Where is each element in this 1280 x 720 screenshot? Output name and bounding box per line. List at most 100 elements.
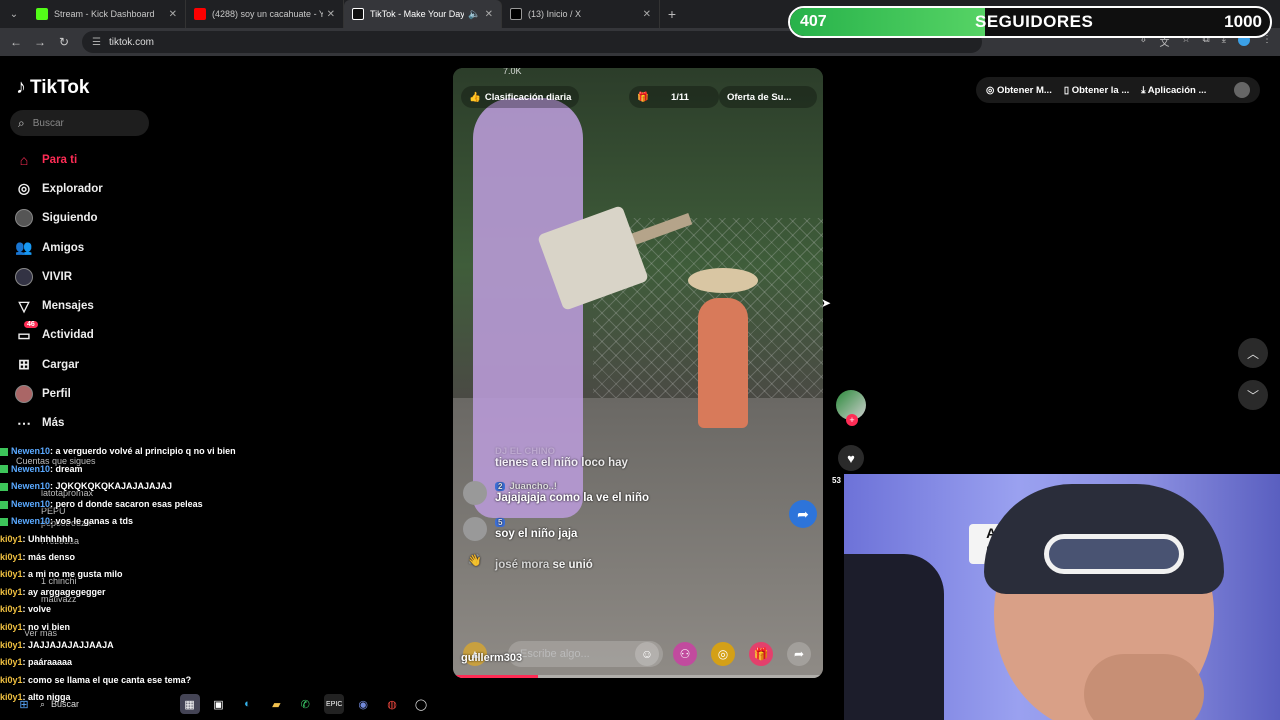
chat-username[interactable]: Newen10 xyxy=(11,461,50,479)
chat-username[interactable]: Newen10 xyxy=(11,496,50,514)
chat-username[interactable]: ki0y1 xyxy=(0,637,23,655)
tiktok-note-icon: ♪ xyxy=(16,76,26,98)
windows-start-icon[interactable]: ⊞ xyxy=(14,694,34,714)
live-icon xyxy=(14,267,34,287)
daily-ranking-button[interactable]: 👍 Clasificación diaria xyxy=(461,86,580,108)
chat-username[interactable]: ki0y1 xyxy=(0,672,23,690)
logo-text: TikTok xyxy=(30,76,90,98)
task-view-icon[interactable]: ▣ xyxy=(209,694,229,714)
chat-username[interactable]: ki0y1 xyxy=(0,549,23,567)
joined-user[interactable]: josé mora xyxy=(495,559,549,571)
coin-icon[interactable]: ◎ xyxy=(711,642,735,666)
mute-tab-icon[interactable]: 🔈 xyxy=(468,9,480,20)
chat-username[interactable]: Newen10 xyxy=(11,513,50,531)
user-avatar[interactable] xyxy=(1234,82,1250,98)
comment-user[interactable]: Juancho..! xyxy=(509,481,557,492)
sidebar-item-explorador[interactable]: ◎ Explorador xyxy=(14,174,103,203)
obs-icon[interactable]: ◯ xyxy=(411,694,431,714)
level-badge: 2 xyxy=(495,482,506,491)
sidebar-item-vivir[interactable]: VIVIR xyxy=(14,262,103,291)
file-explorer-icon[interactable]: ▰ xyxy=(266,694,286,714)
get-app-button[interactable]: ▯ Obtener la ... xyxy=(1064,85,1129,96)
search-icon: ⌕ xyxy=(18,115,25,130)
new-tab-button[interactable]: + xyxy=(660,6,684,22)
site-info-icon[interactable]: ☰ xyxy=(92,37,101,48)
close-tab-icon[interactable]: ✕ xyxy=(643,9,651,20)
search-input[interactable]: ⌕ Buscar xyxy=(10,110,149,136)
chat-message: Newen10: dream xyxy=(0,461,440,479)
stream-chat-overlay: Newen10: a verguerdo volvé al principio … xyxy=(0,443,440,720)
avatar[interactable] xyxy=(463,481,487,505)
chrome-icon[interactable]: ◍ xyxy=(382,694,402,714)
gift-icon[interactable]: 🎁 xyxy=(749,642,773,666)
url-text: tiktok.com xyxy=(108,36,154,48)
profile-icon xyxy=(14,384,34,404)
widgets-icon[interactable]: ▦ xyxy=(179,694,200,714)
discord-icon[interactable]: ◉ xyxy=(353,694,373,714)
taskbar-search[interactable]: ⌕ Buscar xyxy=(40,693,180,715)
menu-dots-icon[interactable]: ⋮ xyxy=(1262,34,1272,49)
tiktok-logo[interactable]: ♪ TikTok xyxy=(16,76,89,99)
comment-user[interactable]: DJ EL CHINO xyxy=(495,446,628,457)
compass-icon: ◎ xyxy=(17,180,31,197)
heart-icon[interactable]: ♥ xyxy=(838,445,864,471)
edge-icon[interactable]: ◐ xyxy=(237,694,257,714)
browser-tab-youtube[interactable]: (4288) soy un cacahuate - Y ✕ xyxy=(186,0,344,28)
whatsapp-icon[interactable]: ✆ xyxy=(295,694,315,714)
epic-games-icon[interactable]: EPIC xyxy=(324,694,345,714)
forward-icon[interactable]: → xyxy=(28,35,52,49)
chat-message: ki0y1: Uhhhhhhh xyxy=(0,531,440,549)
gift-goal-counter[interactable]: 🎁 1/11 xyxy=(629,86,719,108)
sidebar-item-amigos[interactable]: 👥 Amigos xyxy=(14,233,103,262)
chat-text: : vos le ganas a tds xyxy=(50,516,134,527)
get-coins-button[interactable]: ◎ Obtener M... xyxy=(986,85,1052,96)
chat-message: ki0y1: no vi bien xyxy=(0,619,440,637)
close-tab-icon[interactable]: ✕ xyxy=(327,9,335,20)
page-counter: 1/11 xyxy=(670,91,689,103)
sidebar-item-siguiendo[interactable]: Siguiendo xyxy=(14,204,103,233)
chat-username[interactable]: Newen10 xyxy=(11,443,50,461)
reload-icon[interactable]: ↻ xyxy=(52,35,76,49)
back-icon[interactable]: ← xyxy=(4,35,28,49)
sidebar-item-label: Explorador xyxy=(42,182,103,195)
browser-tab-x[interactable]: (13) Inicio / X ✕ xyxy=(502,0,660,28)
sidebar-item-mensajes[interactable]: ▽ Mensajes xyxy=(14,291,103,320)
chat-username[interactable]: ki0y1 xyxy=(0,584,23,602)
sidebar-item-cargar[interactable]: ⊞ Cargar xyxy=(14,350,103,379)
sidebar-item-para-ti[interactable]: ⌂ Para ti xyxy=(14,145,103,174)
follow-plus-icon[interactable]: + xyxy=(846,414,858,426)
chat-message: ki0y1: JAJJAJAJAJJAAJA xyxy=(0,637,440,655)
share-icon[interactable]: ➦ xyxy=(787,642,811,666)
close-tab-icon[interactable]: ✕ xyxy=(169,9,177,20)
windows-taskbar: ⊞ ⌕ Buscar ▦ ▣ ◐ ▰ ✆ EPIC ◉ ◍ ◯ xyxy=(0,688,440,720)
chat-username[interactable]: ki0y1 xyxy=(0,531,23,549)
share-arrow-icon[interactable]: ➦ xyxy=(789,500,817,528)
tab-title: (4288) soy un cacahuate - Y xyxy=(212,9,323,19)
chat-username[interactable]: ki0y1 xyxy=(0,654,23,672)
chat-username[interactable]: Newen10 xyxy=(11,478,50,496)
scroll-down-button[interactable]: ﹀ xyxy=(1238,380,1268,410)
thumb-icon: 👍 xyxy=(469,91,481,103)
guests-icon[interactable]: ⚇ xyxy=(673,642,697,666)
sidebar-item-actividad[interactable]: ▭ 46 Actividad xyxy=(14,321,103,350)
chat-username[interactable]: ki0y1 xyxy=(0,619,23,637)
chat-username[interactable]: ki0y1 xyxy=(0,566,23,584)
avatar[interactable] xyxy=(463,517,487,541)
tab-search-icon[interactable]: ⌄ xyxy=(0,0,28,28)
live-video-player[interactable]: 7.0K 👍 Clasificación diaria 🎁 1/11 Ofert… xyxy=(453,68,823,678)
emoji-icon[interactable]: ☺ xyxy=(635,642,659,666)
close-tab-icon[interactable]: ✕ xyxy=(485,9,493,20)
kick-badge-icon xyxy=(0,482,8,491)
kick-badge-icon xyxy=(0,518,8,527)
scroll-up-button[interactable]: ︿ xyxy=(1238,338,1268,368)
chat-username[interactable]: ki0y1 xyxy=(0,601,23,619)
kick-badge-icon xyxy=(0,465,8,474)
browser-tab-kick[interactable]: Stream - Kick Dashboard ✕ xyxy=(28,0,186,28)
offer-button[interactable]: Oferta de Su... xyxy=(719,86,817,108)
sidebar-item-mas[interactable]: ⋯ Más xyxy=(14,409,103,438)
streamer-name[interactable]: guillerm303 xyxy=(461,652,522,664)
sidebar-item-perfil[interactable]: Perfil xyxy=(14,379,103,408)
browser-tab-tiktok[interactable]: TikTok - Make Your Day 🔈 ✕ xyxy=(344,0,502,28)
video-progress-bar[interactable] xyxy=(453,675,823,678)
desktop-app-button[interactable]: ⤓ Aplicación ... xyxy=(1141,85,1206,96)
